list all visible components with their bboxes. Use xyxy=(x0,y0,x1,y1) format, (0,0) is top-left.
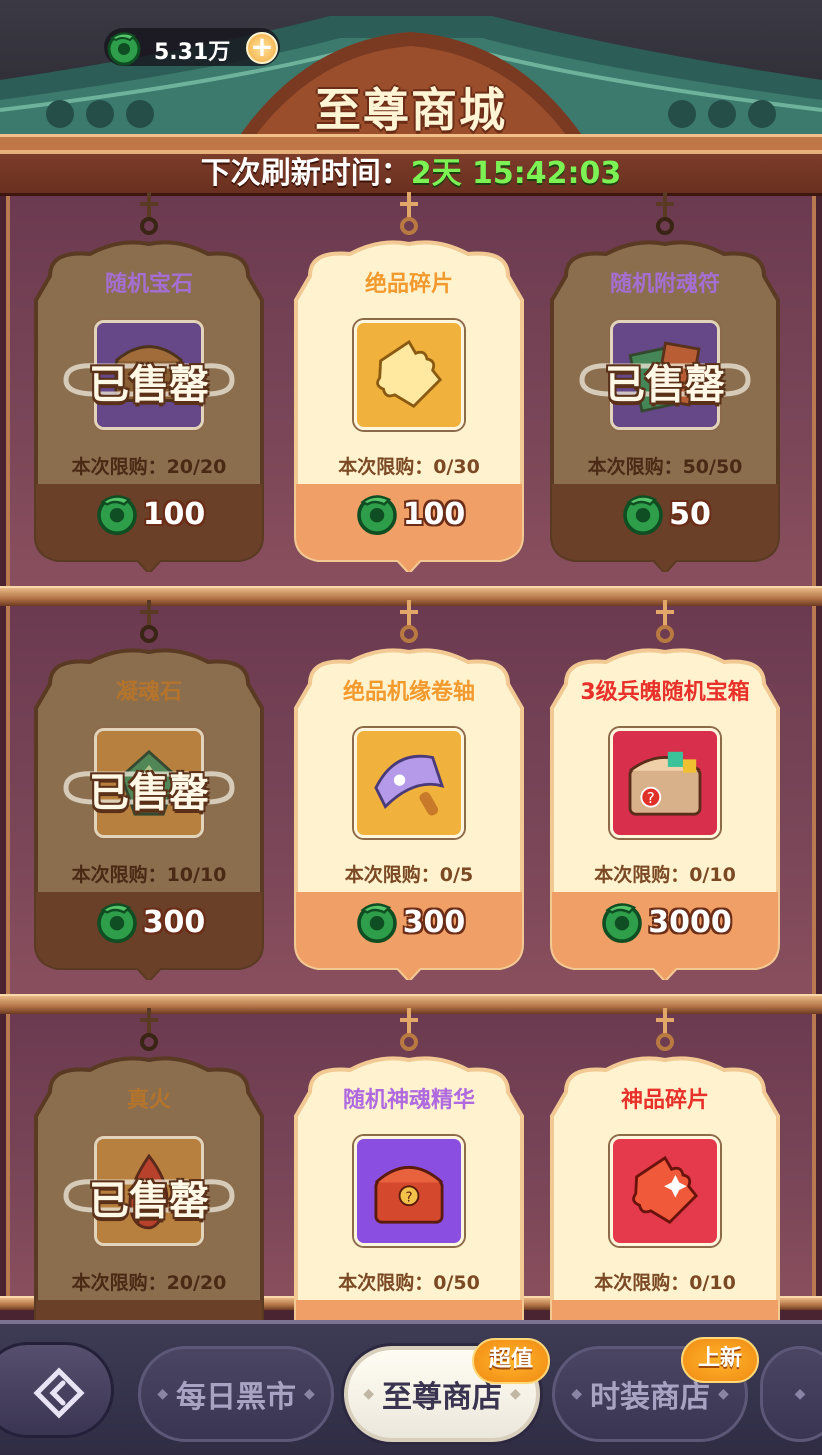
item-name: 绝品碎片 xyxy=(364,272,453,297)
hanging-hook-icon xyxy=(656,192,674,235)
svg-text:?: ? xyxy=(405,1190,412,1205)
jade-currency-display: 5.31万 + xyxy=(104,28,280,66)
new-badge: 上新 xyxy=(681,1337,759,1383)
shop-item-card[interactable]: 绝品机缘卷轴 本次限购：0/5 300 xyxy=(290,600,528,980)
price-tag[interactable]: 300 xyxy=(290,898,528,946)
currency-amount: 5.31万 xyxy=(154,40,231,65)
item-icon-frame xyxy=(354,320,464,430)
hanging-hook-icon xyxy=(400,192,418,235)
refresh-label: 下次刷新时间： xyxy=(200,156,411,191)
jade-dragon-icon xyxy=(96,903,137,943)
hanging-hook-icon xyxy=(140,1008,158,1051)
price-tag[interactable]: 100 xyxy=(30,490,268,538)
hanging-hook-icon xyxy=(656,1008,674,1051)
price-tag[interactable]: 100 xyxy=(290,490,528,538)
shop-item-card[interactable]: 随机附魂符本次限购：50/50 50 已售罄 xyxy=(546,192,784,572)
purchase-limit: 本次限购：0/10 xyxy=(594,1272,736,1294)
item-icon-frame xyxy=(610,1136,720,1246)
diamond-ornament-icon: ◆ xyxy=(304,1386,315,1402)
sold-out-label: 已售罄 xyxy=(605,362,725,408)
item-name: 神品碎片 xyxy=(620,1088,709,1113)
item-name: 真火 xyxy=(126,1088,171,1113)
hanging-hook-icon xyxy=(140,192,158,235)
hanging-hook-icon xyxy=(400,1008,418,1051)
shop-item-card[interactable]: 绝品碎片本次限购：0/30 100 xyxy=(290,192,528,572)
item-name: 随机宝石 xyxy=(104,272,193,297)
purchase-limit: 本次限购：50/50 xyxy=(587,456,743,478)
purchase-limit: 本次限购：10/10 xyxy=(71,864,227,886)
refresh-countdown: 2天 15:42:03 xyxy=(410,156,622,191)
price-value: 100 xyxy=(142,496,206,532)
sold-out-overlay: 已售罄 xyxy=(56,756,242,822)
price-value: 50 xyxy=(669,496,711,532)
item-icon-frame: ? xyxy=(354,1136,464,1246)
red-fragment-icon xyxy=(613,1139,717,1243)
item-name: 随机神魂精华 xyxy=(342,1088,475,1113)
item-name: 凝魂石 xyxy=(115,680,182,705)
shop-header: 5.31万 + 至尊商城 下次刷新时间：2天 15:42:03 xyxy=(0,0,822,200)
value-badge: 超值 xyxy=(472,1338,550,1384)
sold-out-label: 已售罄 xyxy=(89,770,209,816)
shop-item-card[interactable]: 凝魂石本次限购：10/10 300 已售罄 xyxy=(30,600,268,980)
hanging-hook-icon xyxy=(140,600,158,643)
diamond-ornament-icon: ◆ xyxy=(794,1386,806,1402)
purchase-limit: 本次限购：20/20 xyxy=(71,1272,227,1294)
jade-dragon-icon xyxy=(356,495,397,535)
shop-item-card[interactable]: 随机宝石本次限购：20/20 100 已售罄 xyxy=(30,192,268,572)
back-button[interactable] xyxy=(0,1342,114,1438)
jade-dragon-icon xyxy=(602,903,643,943)
gold-fragment-icon xyxy=(357,323,461,427)
item-icon-frame xyxy=(354,728,464,838)
sold-out-overlay: 已售罄 xyxy=(56,348,242,414)
price-value: 3000 xyxy=(648,904,732,940)
sold-out-overlay: 已售罄 xyxy=(56,1164,242,1230)
tab-label: 每日黑市 xyxy=(176,1380,296,1415)
price-value: 100 xyxy=(402,496,466,532)
refresh-timer-bar: 下次刷新时间：2天 15:42:03 xyxy=(0,150,822,196)
back-arrow-icon xyxy=(33,1367,85,1419)
item-name: 绝品机缘卷轴 xyxy=(342,680,475,705)
sold-out-overlay: 已售罄 xyxy=(572,348,758,414)
page-title: 至尊商城 xyxy=(315,83,507,137)
mystery-chest-icon: ? xyxy=(613,731,717,835)
sold-out-label: 已售罄 xyxy=(89,1178,209,1224)
price-tag[interactable]: 50 xyxy=(546,490,784,538)
jade-dragon-icon xyxy=(623,495,663,535)
purchase-limit: 本次限购：0/50 xyxy=(338,1272,480,1294)
price-tag[interactable]: 300 xyxy=(30,898,268,946)
diamond-ornament-icon: ◆ xyxy=(157,1386,168,1402)
jade-dragon-icon xyxy=(96,495,137,535)
purchase-limit: 本次限购：0/10 xyxy=(594,864,736,886)
price-value: 300 xyxy=(402,904,466,940)
item-icon-frame: ? xyxy=(610,728,720,838)
hanging-hook-icon xyxy=(656,600,674,643)
item-name: 随机附魂符 xyxy=(609,272,720,297)
hanging-hook-icon xyxy=(400,600,418,643)
tab-daily-black-market[interactable]: ◆ 每日黑市 ◆ xyxy=(138,1346,334,1442)
diamond-ornament-icon: ◆ xyxy=(718,1386,729,1402)
price-tag[interactable]: 3000 xyxy=(546,898,784,946)
svg-text:?: ? xyxy=(647,789,655,807)
tab-supreme-shop[interactable]: ◆ 至尊商店 ◆ 超值 xyxy=(344,1338,550,1442)
scroll-icon xyxy=(357,731,461,835)
shop-item-card[interactable]: 3级兵魄随机宝箱? 本次限购：0/10 3000 xyxy=(546,600,784,980)
jade-dragon-icon xyxy=(356,903,397,943)
tab-more[interactable]: ◆ xyxy=(760,1346,822,1442)
item-name: 3级兵魄随机宝箱 xyxy=(580,680,750,705)
diamond-ornament-icon: ◆ xyxy=(363,1386,374,1402)
diamond-ornament-icon: ◆ xyxy=(571,1386,582,1402)
jade-dragon-icon xyxy=(107,32,141,66)
sold-out-label: 已售罄 xyxy=(89,362,209,408)
purchase-limit: 本次限购：20/20 xyxy=(71,456,227,478)
tab-fashion-shop[interactable]: ◆ 时装商店 ◆ 上新 xyxy=(552,1337,759,1442)
spirit-chest-icon: ? xyxy=(357,1139,461,1243)
price-value: 300 xyxy=(142,904,206,940)
purchase-limit: 本次限购：0/30 xyxy=(338,456,480,478)
purchase-limit: 本次限购：0/5 xyxy=(344,864,474,886)
add-currency-button[interactable]: + xyxy=(246,32,278,64)
diamond-ornament-icon: ◆ xyxy=(510,1386,521,1402)
bottom-tab-bar: ◆ 每日黑市 ◆ ◆ 至尊商店 ◆ 超值 ◆ 时装商店 ◆ 上新 ◆ xyxy=(0,1320,822,1455)
